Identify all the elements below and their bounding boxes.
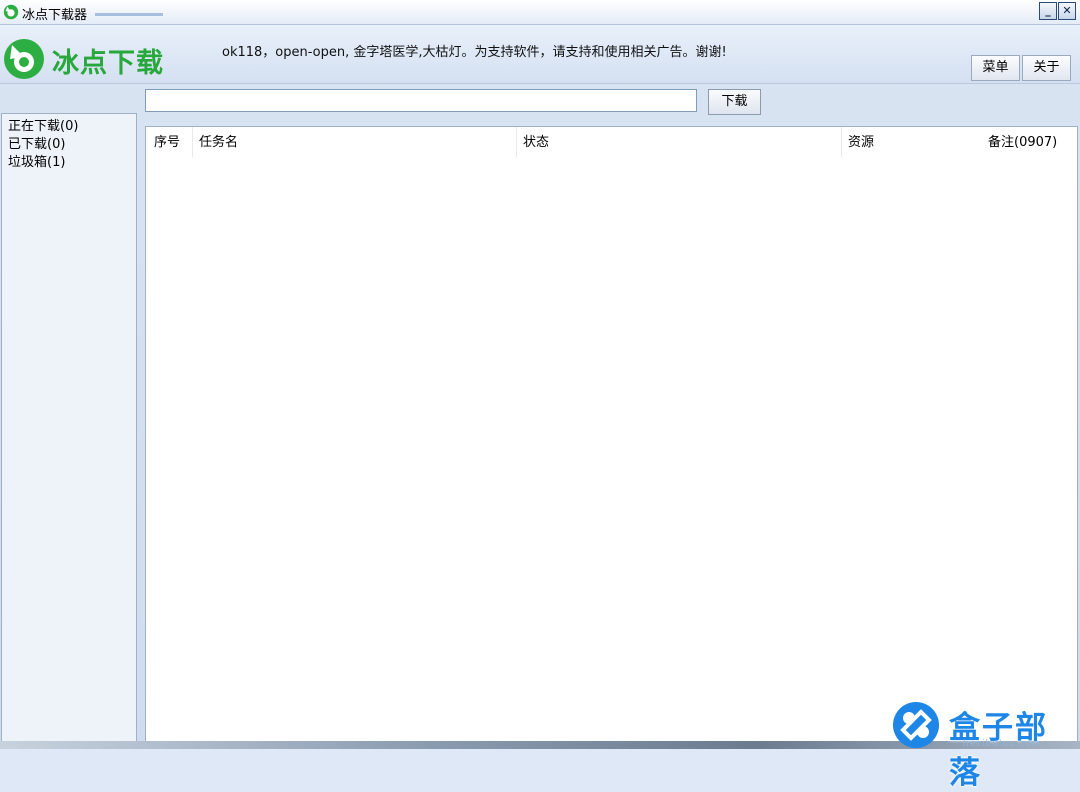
column-header-source[interactable]: 资源: [842, 127, 982, 157]
watermark-logo-icon: [893, 702, 939, 748]
sponsor-notice: ok118，open-open, 金字塔医学,大枯灯。为支持软件，请支持和使用相…: [222, 45, 727, 60]
logo-text: 冰点下载: [52, 48, 164, 79]
about-button[interactable]: 关于: [1022, 55, 1071, 81]
menu-button[interactable]: 菜单: [971, 55, 1020, 81]
sidebar-item-trash[interactable]: 垃圾箱(1): [2, 154, 136, 172]
sidebar-item-downloading[interactable]: 正在下载(0): [2, 118, 136, 136]
title-decoration: [95, 13, 163, 16]
header-band: 冰点下载 ok118，open-open, 金字塔医学,大枯灯。为支持软件，请支…: [0, 25, 1080, 84]
minimize-button[interactable]: _: [1039, 2, 1057, 20]
watermark: 盒子部落 hezibuluo.com: [893, 702, 1080, 791]
column-header-task-name[interactable]: 任务名: [193, 127, 517, 157]
title-bar: 冰点下载器 _ ✕: [0, 0, 1080, 25]
column-header-seq[interactable]: 序号: [146, 127, 193, 157]
app-logo-icon: [4, 39, 44, 79]
watermark-sub: hezibuluo.com: [963, 739, 1042, 749]
download-button[interactable]: 下载: [708, 89, 761, 115]
sidebar: 正在下载(0) 已下载(0) 垃圾箱(1): [1, 113, 137, 743]
app-window: 冰点下载器 _ ✕ 冰点下载 ok118，open-open, 金字塔医学,大枯…: [0, 0, 1080, 791]
table-header: 序号 任务名 状态 资源 备注(0907): [146, 127, 1077, 157]
column-header-status[interactable]: 状态: [517, 127, 842, 157]
url-input[interactable]: [145, 89, 697, 112]
sidebar-item-downloaded[interactable]: 已下载(0): [2, 136, 136, 154]
close-button[interactable]: ✕: [1058, 2, 1076, 20]
window-title: 冰点下载器: [22, 8, 88, 23]
column-header-note[interactable]: 备注(0907): [982, 127, 1077, 157]
app-logo-icon: [3, 4, 19, 20]
task-table: 序号 任务名 状态 资源 备注(0907): [145, 126, 1078, 743]
